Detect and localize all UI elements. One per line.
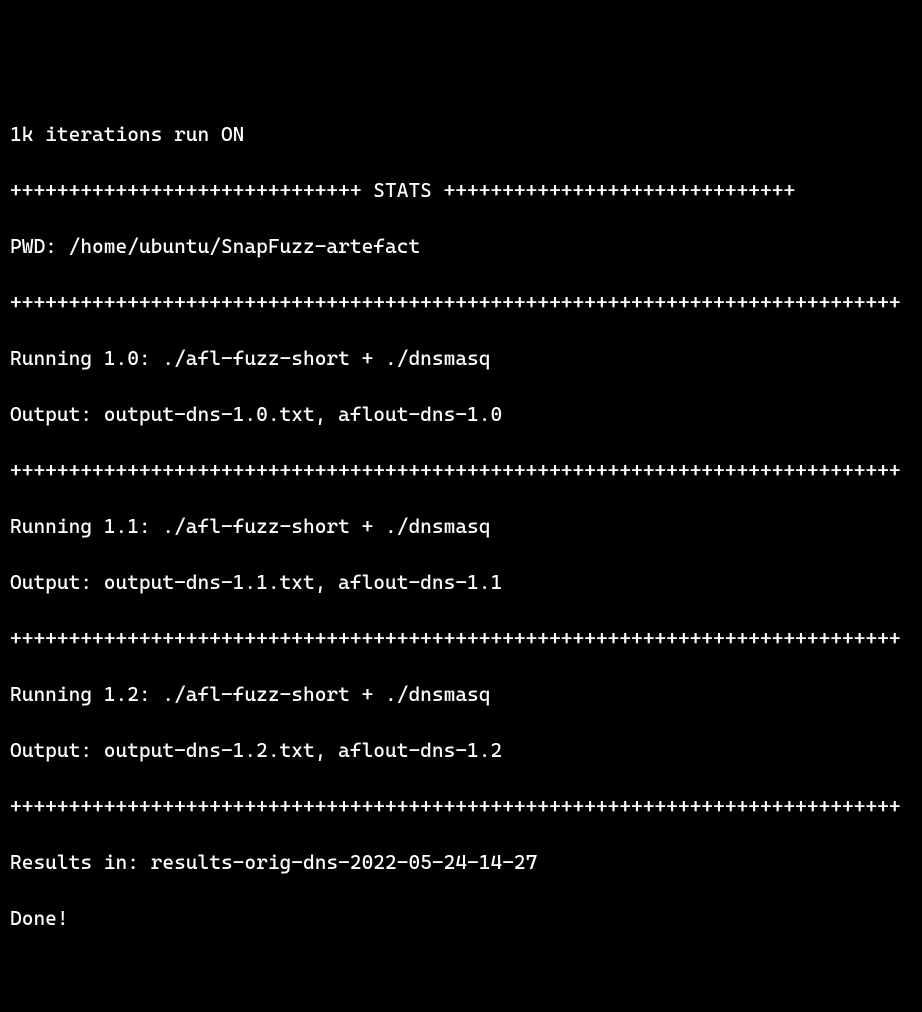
terminal-line-output-1-2: Output: output-dns-1.2.txt, aflout-dns-1… xyxy=(10,736,912,764)
terminal-line-output-1-0: Output: output-dns-1.0.txt, aflout-dns-1… xyxy=(10,400,912,428)
terminal-line-separator: ++++++++++++++++++++++++++++++++++++++++… xyxy=(10,456,912,484)
terminal-line-iterations: 1k iterations run ON xyxy=(10,120,912,148)
terminal-line-running-1-0: Running 1.0: ./afl-fuzz-short + ./dnsmas… xyxy=(10,344,912,372)
terminal-line-output-1-1: Output: output-dns-1.1.txt, aflout-dns-1… xyxy=(10,568,912,596)
terminal-line-separator: ++++++++++++++++++++++++++++++++++++++++… xyxy=(10,624,912,652)
terminal-line-running-1-2: Running 1.2: ./afl-fuzz-short + ./dnsmas… xyxy=(10,680,912,708)
terminal-line-running-1-1: Running 1.1: ./afl-fuzz-short + ./dnsmas… xyxy=(10,512,912,540)
terminal-line-separator: ++++++++++++++++++++++++++++++++++++++++… xyxy=(10,792,912,820)
terminal-line-pwd: PWD: /home/ubuntu/SnapFuzz-artefact xyxy=(10,232,912,260)
terminal-line-results: Results in: results-orig-dns-2022-05-24-… xyxy=(10,848,912,876)
terminal-line-stats-header: ++++++++++++++++++++++++++++++ STATS +++… xyxy=(10,176,912,204)
terminal-line-separator: ++++++++++++++++++++++++++++++++++++++++… xyxy=(10,288,912,316)
terminal-line-done: Done! xyxy=(10,904,912,932)
